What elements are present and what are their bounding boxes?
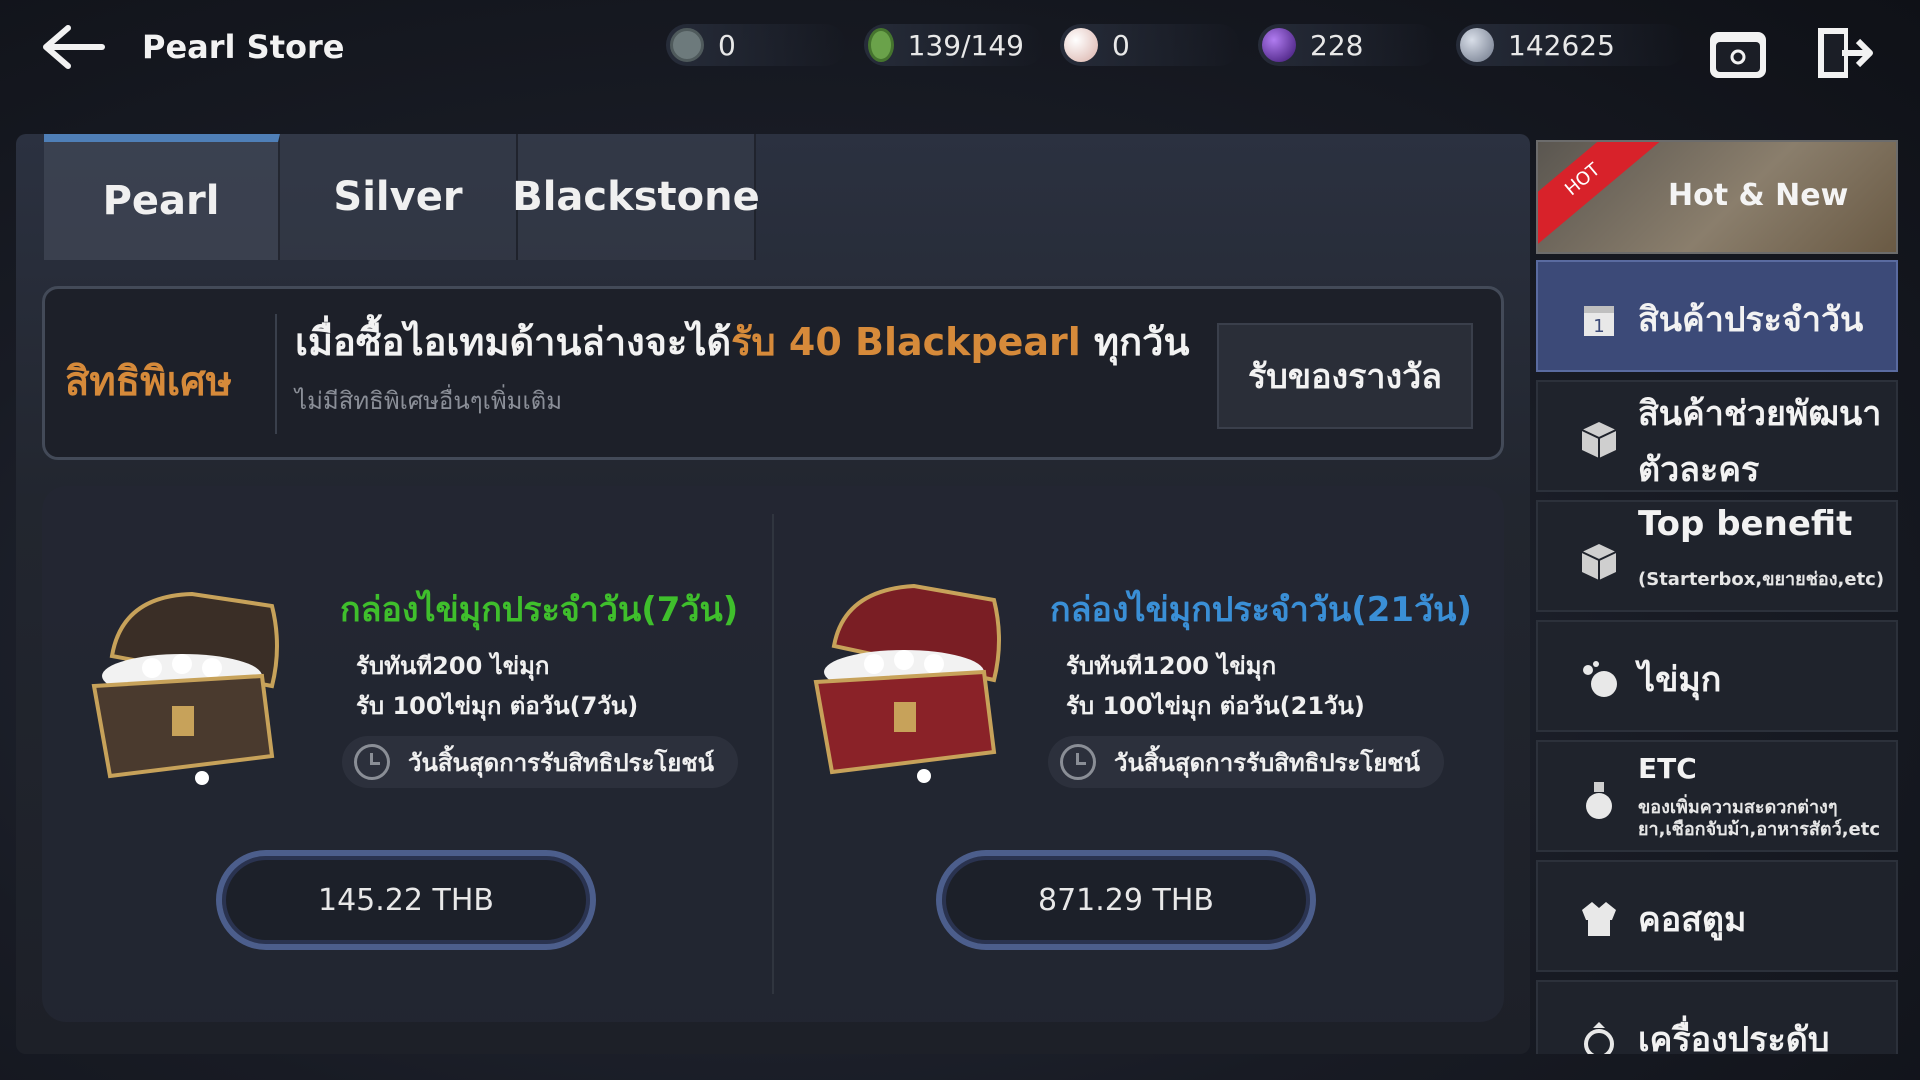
top-bar: Pearl Store 0 139/149 0 228 142625 bbox=[0, 0, 1920, 95]
currency-energy: 139/149 bbox=[864, 24, 1044, 66]
currency-pearl: 0 bbox=[1060, 24, 1240, 66]
exit-button[interactable] bbox=[1812, 22, 1876, 84]
currency-silver: 142625 bbox=[1456, 24, 1686, 66]
sidebar-item-accessory[interactable]: เครื่องประดับ bbox=[1536, 980, 1898, 1054]
product-detail: รับ 100ไข่มุก ต่อวัน(21วัน) bbox=[1066, 692, 1365, 720]
potion-icon bbox=[1586, 782, 1612, 819]
black-pearl-count: 228 bbox=[1310, 28, 1364, 62]
benefit-end-date: วันสิ้นสุดการรับสิทธิประโยชน์ bbox=[1048, 736, 1444, 788]
silver-coin-icon bbox=[1460, 28, 1494, 62]
benefit-text: เมื่อซื้อไอเทมด้านล่างจะได้ bbox=[295, 320, 732, 364]
benefit-text-suffix: ทุกวัน bbox=[1080, 320, 1190, 364]
sidebar-item-label: เครื่องประดับ bbox=[1638, 1020, 1830, 1054]
sidebar-item-top-benefit[interactable]: Top benefit (Starterbox,ขยายช่อง,etc) bbox=[1536, 500, 1898, 612]
currency-black-stone: 0 bbox=[666, 24, 846, 66]
sidebar-item-label: Hot & New bbox=[1668, 178, 1849, 213]
storage-button[interactable] bbox=[1706, 22, 1770, 84]
sidebar-item-label: คอสตูม bbox=[1638, 900, 1747, 940]
product-detail: รับทันที200 ไข่มุก bbox=[356, 652, 550, 680]
sidebar-item-pearl[interactable]: ไข่มุก bbox=[1536, 620, 1898, 732]
product-card[interactable]: กล่องไข่มุกประจำวัน(7วัน) รับทันที200 ไข… bbox=[42, 486, 762, 1022]
sidebar-item-label-line2: ตัวละคร bbox=[1638, 450, 1760, 490]
benefit-banner: สิทธิพิเศษ เมื่อซื้อไอเทมด้านล่างจะได้รั… bbox=[42, 286, 1504, 460]
exit-door-icon bbox=[1818, 28, 1873, 78]
back-arrow-icon bbox=[43, 25, 105, 69]
sidebar-item-daily[interactable]: 1 สินค้าประจำวัน bbox=[1536, 260, 1898, 372]
end-date-label: วันสิ้นสุดการรับสิทธิประโยชน์ bbox=[408, 748, 714, 777]
sidebar-item-sublabel-line2: ยา,เชือกจับม้า,อาหารสัตว์,etc bbox=[1638, 819, 1881, 840]
product-detail: รับทันที1200 ไข่มุก bbox=[1066, 652, 1277, 680]
back-button[interactable] bbox=[38, 22, 108, 72]
clock-icon bbox=[1060, 744, 1096, 780]
hot-ribbon: HOT bbox=[1538, 142, 1661, 250]
products-area: กล่องไข่มุกประจำวัน(7วัน) รับทันที200 ไข… bbox=[42, 486, 1504, 1022]
gift-box-icon bbox=[1581, 544, 1617, 580]
pearl-icon bbox=[1064, 28, 1098, 62]
black-pearl-icon bbox=[1262, 28, 1296, 62]
end-date-label: วันสิ้นสุดการรับสิทธิประโยชน์ bbox=[1114, 748, 1420, 777]
sidebar-item-hot-new[interactable]: HOT Hot & New bbox=[1536, 140, 1898, 254]
black-stone-icon bbox=[670, 28, 704, 62]
claim-reward-button[interactable]: รับของรางวัล bbox=[1217, 323, 1473, 429]
sidebar-item-label: สินค้าช่วยพัฒนา bbox=[1638, 394, 1882, 434]
sidebar-item-etc[interactable]: ETC ของเพิ่มความสะดวกต่างๆ ยา,เชือกจับม้… bbox=[1536, 740, 1898, 852]
benefit-highlight: รับ 40 Blackpearl bbox=[731, 320, 1081, 364]
treasure-chest-icon bbox=[91, 591, 279, 785]
currency-tabs: Pearl Silver Blackstone bbox=[44, 134, 760, 260]
tab-silver[interactable]: Silver bbox=[280, 134, 518, 260]
divider bbox=[275, 314, 277, 434]
buy-button[interactable]: 145.22 THB bbox=[216, 850, 596, 950]
sidebar-item-sublabel: (Starterbox,ขยายช่อง,etc) bbox=[1638, 569, 1885, 590]
benefit-label: สิทธิพิเศษ bbox=[65, 359, 232, 405]
pearl-count: 0 bbox=[1112, 28, 1130, 62]
ring-icon bbox=[1584, 1022, 1614, 1054]
tab-blackstone[interactable]: Blackstone bbox=[512, 134, 760, 260]
category-sidebar: HOT Hot & New 1 สินค้าประจำวัน สินค้าช่ว… bbox=[1536, 134, 1902, 1054]
costume-icon bbox=[1582, 902, 1616, 936]
sidebar-item-costume[interactable]: คอสตูม bbox=[1536, 860, 1898, 972]
sidebar-item-label: Top benefit bbox=[1638, 504, 1853, 544]
benefit-end-date: วันสิ้นสุดการรับสิทธิประโยชน์ bbox=[342, 736, 738, 788]
energy-icon bbox=[868, 28, 894, 62]
black-stone-count: 0 bbox=[718, 28, 736, 62]
benefit-subtext: ไม่มีสิทธิพิเศษอื่นๆเพิ่มเติม bbox=[295, 387, 563, 415]
storage-box-icon bbox=[1710, 32, 1766, 78]
energy-count: 139/149 bbox=[907, 28, 1024, 62]
svg-text:1: 1 bbox=[1593, 316, 1604, 337]
page-title: Pearl Store bbox=[142, 28, 345, 66]
product-card[interactable]: กล่องไข่มุกประจำวัน(21วัน) รับทันที1200 … bbox=[764, 486, 1484, 1022]
currency-black-pearl: 228 bbox=[1258, 24, 1438, 66]
sidebar-item-character-growth[interactable]: สินค้าช่วยพัฒนา ตัวละคร bbox=[1536, 380, 1898, 492]
treasure-chest-icon bbox=[813, 583, 1001, 783]
pearls-icon bbox=[1583, 661, 1617, 697]
main-panel: Pearl Silver Blackstone สิทธิพิเศษ เมื่อ… bbox=[16, 134, 1530, 1054]
box-icon bbox=[1581, 422, 1617, 458]
daily-calendar-icon: 1 bbox=[1584, 306, 1614, 337]
benefit-description: เมื่อซื้อไอเทมด้านล่างจะได้รับ 40 Blackp… bbox=[295, 311, 1189, 372]
product-title: กล่องไข่มุกประจำวัน(21วัน) bbox=[1050, 590, 1472, 630]
tab-pearl[interactable]: Pearl bbox=[44, 134, 280, 260]
sidebar-item-label: ETC bbox=[1638, 752, 1697, 785]
sidebar-item-label: ไข่มุก bbox=[1638, 660, 1722, 700]
clock-icon bbox=[354, 744, 390, 780]
product-title: กล่องไข่มุกประจำวัน(7วัน) bbox=[340, 590, 739, 630]
product-detail: รับ 100ไข่มุก ต่อวัน(7วัน) bbox=[356, 692, 639, 720]
buy-button[interactable]: 871.29 THB bbox=[936, 850, 1316, 950]
sidebar-item-label: สินค้าประจำวัน bbox=[1638, 300, 1864, 340]
silver-count: 142625 bbox=[1508, 28, 1615, 62]
